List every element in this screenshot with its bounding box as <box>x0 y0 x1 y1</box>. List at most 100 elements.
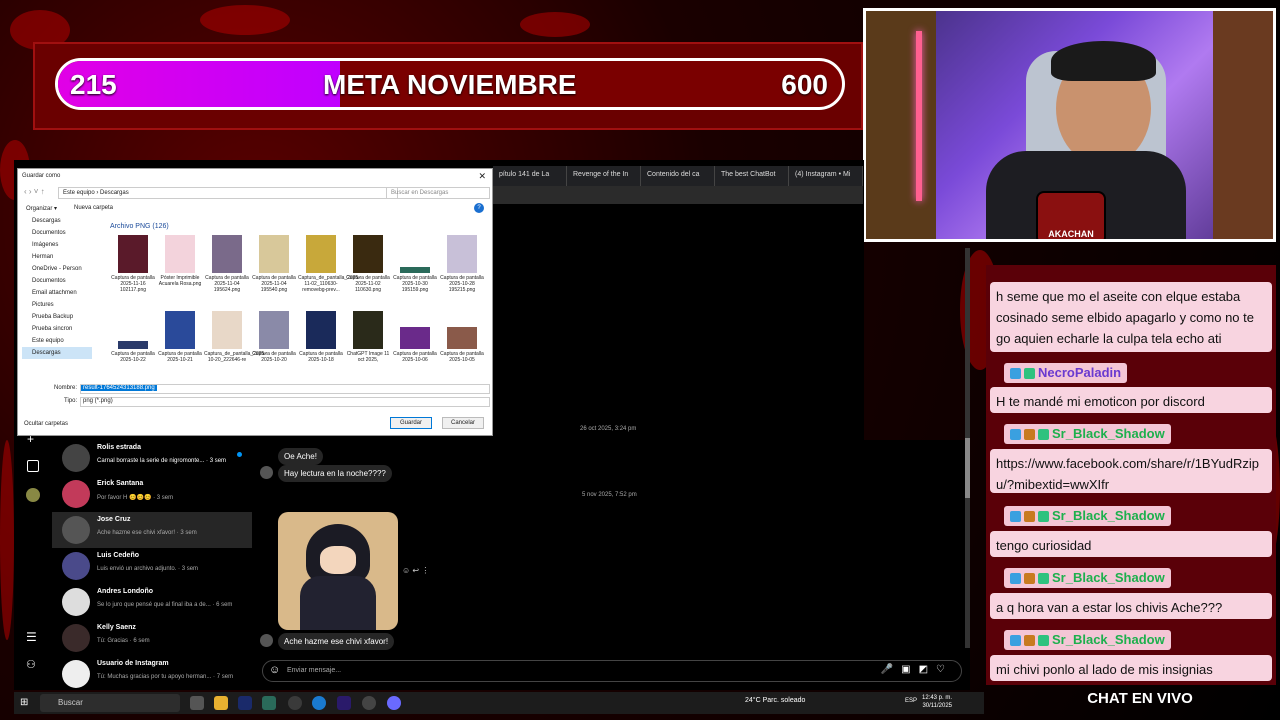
meta-icon[interactable]: ⚇ <box>26 658 36 671</box>
browser-tab[interactable]: The best ChatBot <box>715 166 789 186</box>
start-icon[interactable]: ⊞ <box>20 697 28 708</box>
conversation-name: Jose Cruz <box>97 516 131 523</box>
file-item[interactable]: Captura de pantalla 2025-11-04 195624.pn… <box>204 235 250 307</box>
photoshop-icon[interactable] <box>238 696 252 710</box>
hair <box>1051 41 1156 81</box>
sidebar-item[interactable]: Documentos <box>22 275 92 287</box>
app-icon[interactable] <box>362 696 376 710</box>
hide-folders-toggle[interactable]: Ocultar carpetas <box>24 421 68 427</box>
file-item[interactable]: Captura de pantalla 2025-10-21 <box>157 311 203 383</box>
chat-message: a q hora van a estar los chivis Ache??? <box>990 593 1272 619</box>
clock[interactable]: 12:43 p. m. 30/11/2025 <box>922 694 952 710</box>
sidebar-item[interactable]: Imágenes <box>22 239 92 251</box>
sidebar-item[interactable]: Prueba sincron <box>22 323 92 335</box>
task-view-icon[interactable] <box>190 696 204 710</box>
taskbar-search[interactable]: Buscar <box>40 694 180 712</box>
discord-icon[interactable] <box>387 696 401 710</box>
menu-icon[interactable]: ☰ <box>26 630 37 644</box>
filename-input[interactable]: result-1764524313188.png <box>80 384 490 394</box>
file-item[interactable]: Póster Imprimible Acuarela Rosa.png <box>157 235 203 307</box>
file-item[interactable]: Captura de pantalla 2025-10-18 <box>298 311 344 383</box>
sticker-image[interactable] <box>278 512 398 630</box>
weather-widget[interactable]: 24°C Parc. soleado <box>745 697 805 704</box>
avatar <box>62 552 90 580</box>
chat-username: Sr_Black_Shadow <box>1004 424 1171 444</box>
scrollbar[interactable] <box>965 248 970 648</box>
app-icon[interactable] <box>288 696 302 710</box>
edge-icon[interactable] <box>312 696 326 710</box>
cancel-button[interactable]: Cancelar <box>442 417 484 429</box>
organize-button[interactable]: Organizar ▾ <box>26 205 57 212</box>
file-item[interactable]: Captura de pantalla 2025-10-22 <box>110 311 156 383</box>
sidebar-item[interactable]: OneDrive - Person <box>22 263 92 275</box>
browser-tab[interactable]: (4) Instagram • Mi <box>789 166 863 186</box>
file-explorer-icon[interactable] <box>214 696 228 710</box>
premiere-icon[interactable] <box>337 696 351 710</box>
dialog-sidebar: Descargas Documentos Imágenes Herman One… <box>22 215 92 377</box>
close-icon[interactable]: ✕ <box>478 171 486 182</box>
emoji-icon[interactable]: ☺ <box>269 664 280 676</box>
sidebar-item[interactable]: Este equipo <box>22 335 92 347</box>
save-as-dialog: Guardar como ✕ ‹ › ˅ ↑ Este equipo › Des… <box>17 168 493 436</box>
sender-avatar <box>260 466 273 479</box>
browser-tab-strip: pítulo 141 de La Revenge of the In Conte… <box>493 166 863 186</box>
channel-logo: AKACHAN <box>1036 191 1106 239</box>
compose-actions[interactable]: 🎤▣◩♡ <box>881 664 953 675</box>
file-item[interactable]: Captura de pantalla 2025-10-28 195215.pn… <box>439 235 485 307</box>
file-item[interactable]: ChatGPT Image 11 oct 2025, <box>345 311 391 383</box>
file-item[interactable]: Captura_de_pantalla_2025-11-02_110630-re… <box>298 235 360 307</box>
sidebar-item[interactable]: Email attachmen <box>22 287 92 299</box>
dialog-title: Guardar como <box>22 173 61 179</box>
nav-arrows[interactable]: ‹ › ˅ ↑ <box>24 187 45 196</box>
conversation-item[interactable]: Andres Londoño Se lo juro que pensé que … <box>52 584 252 620</box>
conversation-item[interactable]: Luis Cedeño Luis envió un archivo adjunt… <box>52 548 252 584</box>
avatar <box>62 660 90 688</box>
file-item[interactable]: Captura de pantalla 2025-10-06 <box>392 311 438 383</box>
conversation-item[interactable]: Rolis estrada Carnal borraste la serie d… <box>52 440 252 476</box>
browser-tab[interactable]: Revenge of the In <box>567 166 641 186</box>
file-item[interactable]: Captura de pantalla 2025-11-04 195540.pn… <box>251 235 297 307</box>
dashboard-icon[interactable] <box>27 460 39 472</box>
chat-username: Sr_Black_Shadow <box>1004 568 1171 588</box>
file-item[interactable]: Captura de pantalla 2025-11-02 110630.pn… <box>345 235 391 307</box>
path-bar[interactable]: Este equipo › Descargas <box>58 187 398 199</box>
sidebar-item[interactable]: Descargas <box>22 347 92 359</box>
message-actions[interactable]: ☺ ↩ ⋮ <box>402 566 429 575</box>
conversation-preview: Ache hazme ese chivi xfavor! · 3 sem <box>97 530 197 536</box>
conversation-item[interactable]: Usuario de Instagram Tú: Muchas gracias … <box>52 656 252 692</box>
compose-input[interactable]: Enviar mensaje... <box>287 667 341 674</box>
sidebar-item[interactable]: Documentos <box>22 227 92 239</box>
new-folder-button[interactable]: Nueva carpeta <box>74 205 113 211</box>
browser-tab[interactable]: Contenido del ca <box>641 166 715 186</box>
timestamp: 26 oct 2025, 3:24 pm <box>580 426 637 432</box>
conversation-item[interactable]: Kelly Saenz Tú: Gracias · 6 sem <box>52 620 252 656</box>
sidebar-item[interactable]: Descargas <box>22 215 92 227</box>
goal-current: 215 <box>70 69 117 100</box>
conversation-item[interactable]: Erick Santana Por favor H 😊😊😊 · 3 sem <box>52 476 252 512</box>
file-item[interactable]: Captura de pantalla 2025-11-16 102117.pn… <box>110 235 156 307</box>
file-item[interactable]: Captura_de_pantalla_2025-10-20_222646-re <box>204 311 266 383</box>
compose-bar[interactable]: ☺ Enviar mensaje... 🎤▣◩♡ <box>262 660 962 682</box>
avatar <box>62 588 90 616</box>
conversation-name: Rolis estrada <box>97 444 141 451</box>
goal-target: 600 <box>781 69 828 100</box>
scrollbar-thumb[interactable] <box>965 438 970 498</box>
help-icon[interactable]: ? <box>474 203 484 213</box>
file-item[interactable]: Captura de pantalla 2025-10-05 <box>439 311 485 383</box>
file-item[interactable]: Captura de pantalla 2025-10-20 <box>251 311 297 383</box>
language-indicator[interactable]: ESP <box>905 698 917 704</box>
save-button[interactable]: Guardar <box>390 417 432 429</box>
name-label: Nombre: <box>54 385 78 391</box>
sidebar-item[interactable]: Prueba Backup <box>22 311 92 323</box>
sidebar-item[interactable]: Herman <box>22 251 92 263</box>
filetype-select[interactable]: png (*.png) <box>80 397 490 407</box>
profile-avatar[interactable] <box>26 488 40 502</box>
conversation-preview: Carnal borraste la serie de nigromonte..… <box>97 458 227 464</box>
app-icon[interactable] <box>262 696 276 710</box>
file-item[interactable]: Captura de pantalla 2025-10-30 195159.pn… <box>392 235 438 307</box>
chat-username: Sr_Black_Shadow <box>1004 630 1171 650</box>
sidebar-item[interactable]: Pictures <box>22 299 92 311</box>
browser-tab[interactable]: pítulo 141 de La <box>493 166 567 186</box>
dialog-search-input[interactable]: Buscar en Descargas <box>386 187 490 199</box>
conversation-item-selected[interactable]: Jose Cruz Ache hazme ese chivi xfavor! ·… <box>52 512 252 548</box>
